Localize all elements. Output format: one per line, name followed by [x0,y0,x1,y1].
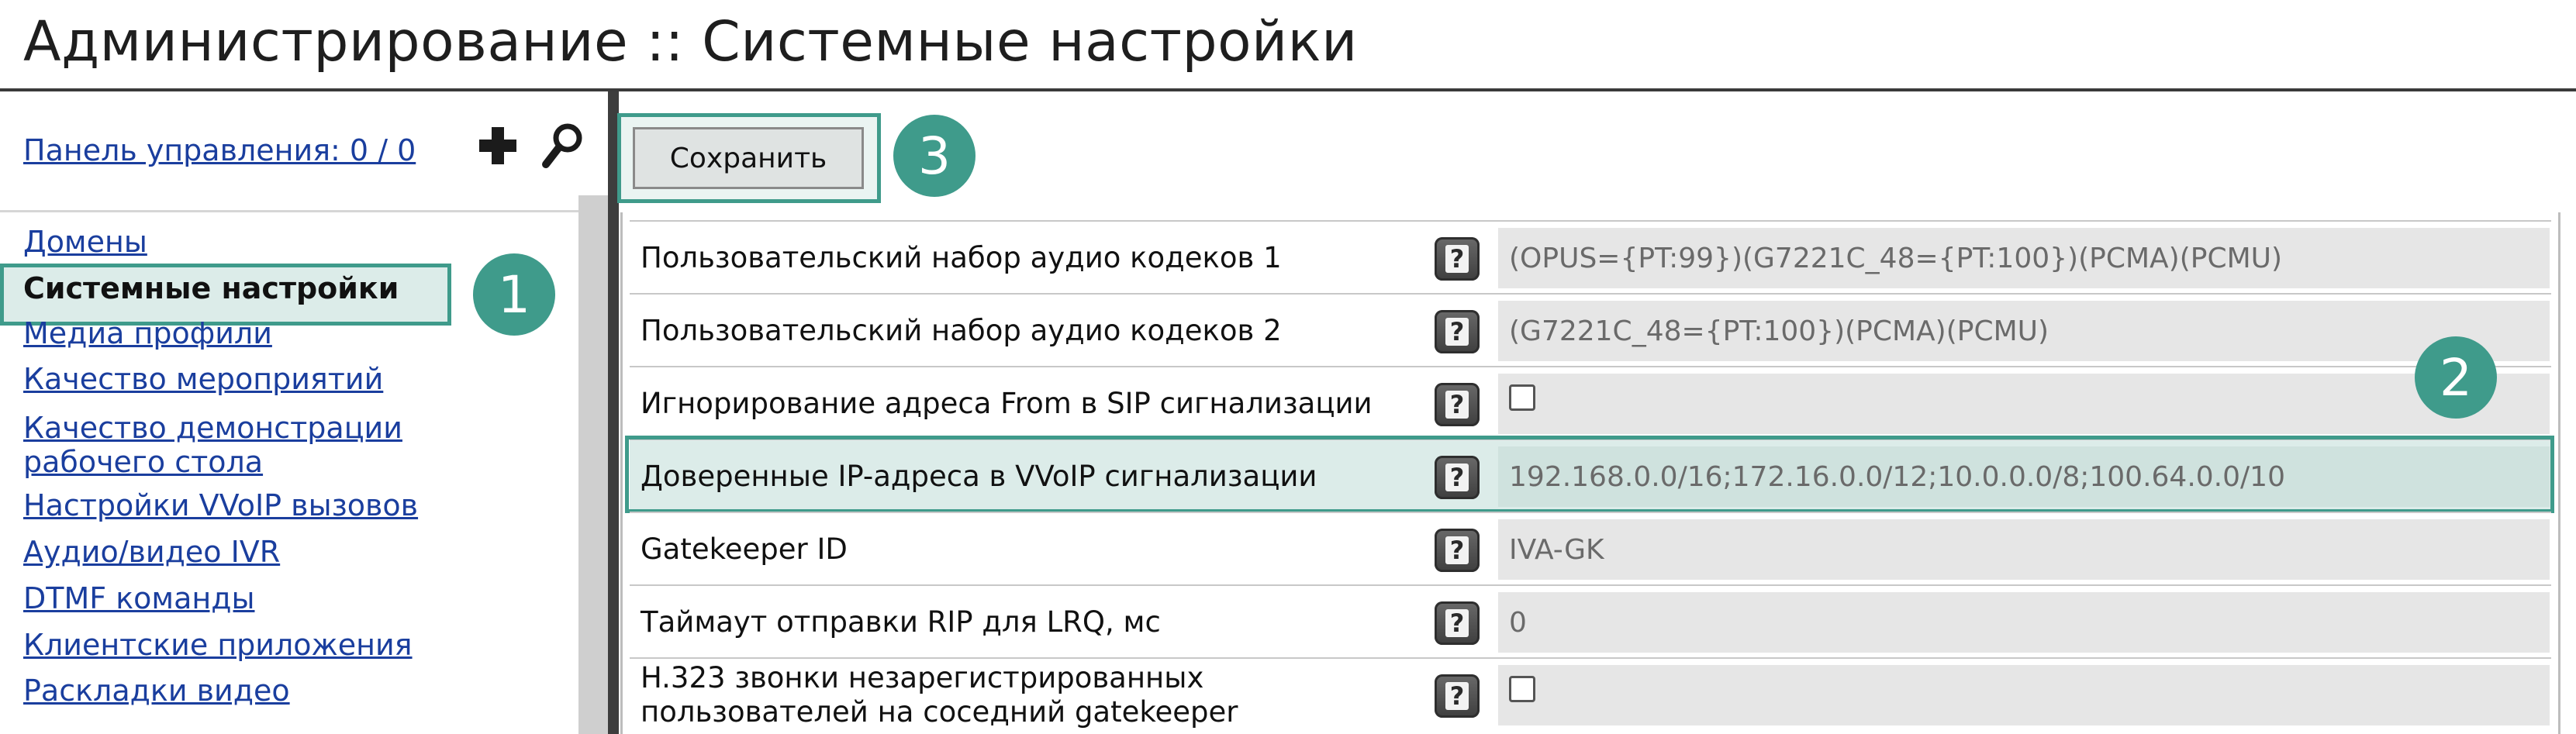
setting-label: Gatekeeper ID [641,532,848,566]
help-icon[interactable]: ? [1435,237,1480,281]
callout-badge-2: 2 [2415,336,2497,419]
setting-label: H.323 звонки незарегистрированных пользо… [641,661,1238,729]
setting-value-cell [1498,374,2550,434]
h323-unregistered-checkbox[interactable] [1509,676,1535,702]
setting-label: Таймаут отправки RIP для LRQ, мс [641,605,1161,639]
nav-item-audio-video-ivr[interactable]: Аудио/видео IVR [23,535,280,569]
setting-label: Пользовательский набор аудио кодеков 1 [641,241,1282,274]
ignore-from-checkbox[interactable] [1509,384,1535,411]
settings-row-audio-codecs-1: Пользовательский набор аудио кодеков 1 ?… [630,220,2551,293]
control-panel-link[interactable]: Панель управления: 0 / 0 [23,133,416,167]
nav-item-dtmf-commands[interactable]: DTMF команды [23,581,254,615]
setting-value-field[interactable]: 0 [1498,592,2550,653]
setting-value-field[interactable]: (OPUS={PT:99})(G7221C_48={PT:100})(PCMA)… [1498,228,2550,288]
nav-item-client-apps[interactable]: Клиентские приложения [23,628,413,662]
help-icon[interactable]: ? [1435,529,1480,572]
setting-label: Игнорирование адреса From в SIP сигнализ… [641,387,1373,420]
nav-item-vvoip-settings[interactable]: Настройки VVoIP вызовов [23,488,418,522]
callout-badge-1: 1 [473,253,555,336]
nav-item-domains[interactable]: Домены [23,225,147,259]
help-icon[interactable]: ? [1435,601,1480,645]
search-icon[interactable] [540,121,586,171]
help-icon[interactable]: ? [1435,310,1480,353]
settings-row-gatekeeper-id: Gatekeeper ID ? IVA-GK [630,512,2551,584]
page-title: Администрирование :: Системные настройки [23,9,1358,74]
settings-row-audio-codecs-2: Пользовательский набор аудио кодеков 2 ?… [630,293,2551,366]
nav-item-event-quality[interactable]: Качество мероприятий [23,362,383,396]
nav-item-media-profiles[interactable]: Медиа профили [23,316,272,350]
setting-value-field[interactable]: IVA-GK [1498,519,2550,580]
help-icon[interactable]: ? [1435,383,1480,426]
save-button[interactable]: Сохранить [633,127,864,189]
setting-value-field[interactable]: (G7221C_48={PT:100})(PCMA)(PCMU) [1498,301,2550,361]
plus-icon[interactable] [475,122,521,169]
sidebar-scrollbar[interactable] [578,195,608,734]
nav-item-desktop-sharing-quality[interactable]: Качество демонстрации рабочего стола [23,411,551,479]
setting-value-cell [1498,665,2550,725]
settings-row-ignore-from: Игнорирование адреса From в SIP сигнализ… [630,366,2551,439]
nav-item-video-layouts[interactable]: Раскладки видео [23,674,290,708]
settings-row-h323-unregistered: H.323 звонки незарегистрированных пользо… [630,657,2551,734]
nav-item-system-settings[interactable]: Системные настройки [23,271,399,305]
trusted-ip-highlight [625,436,2554,513]
setting-label: Пользовательский набор аудио кодеков 2 [641,314,1282,347]
callout-badge-3: 3 [893,115,975,197]
settings-row-rip-timeout: Таймаут отправки RIP для LRQ, мс ? 0 [630,584,2551,657]
help-icon[interactable]: ? [1435,674,1480,718]
